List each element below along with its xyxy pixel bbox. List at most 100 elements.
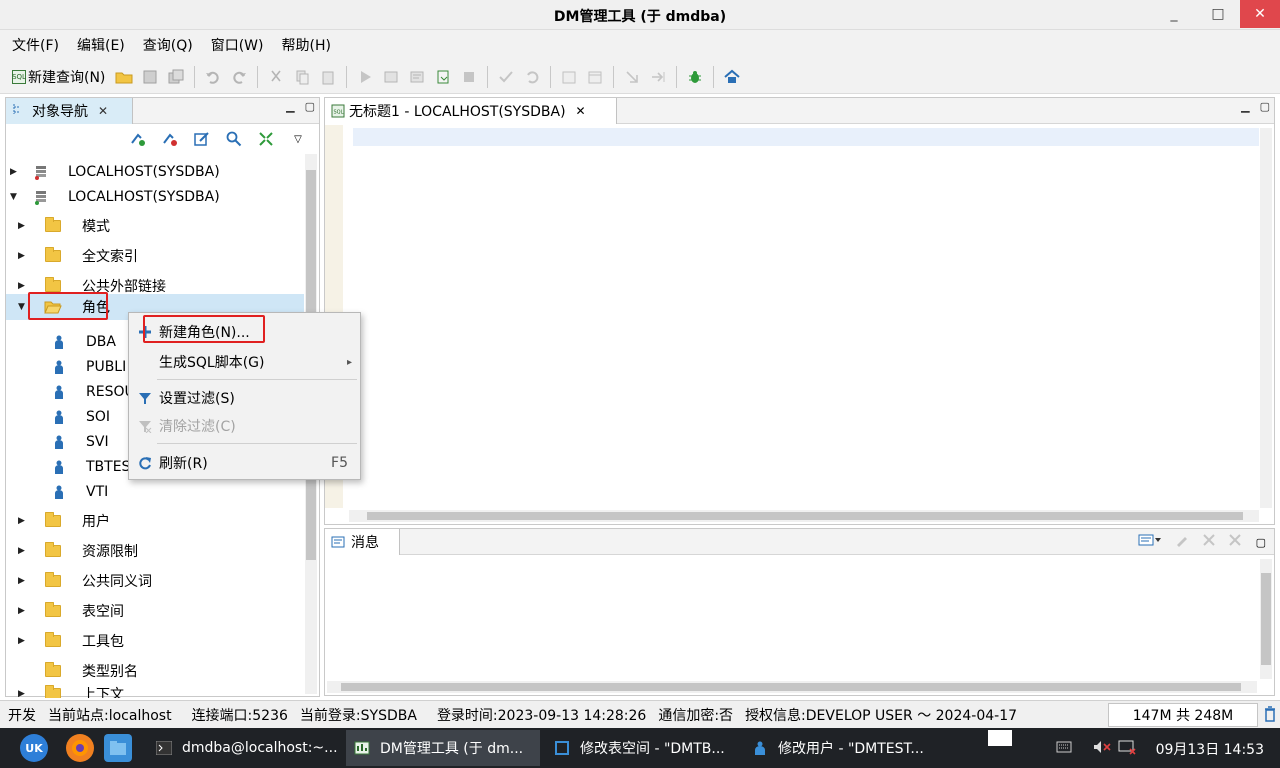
expand-arrow-icon[interactable]: ▶ (18, 689, 32, 698)
tree-item-role-resource[interactable]: RESOU (50, 380, 135, 404)
expand-arrow-icon[interactable]: ▶ (18, 251, 32, 261)
tab-close-icon[interactable]: ✕ (576, 104, 586, 118)
firefox-icon[interactable] (66, 734, 94, 762)
tree-item-role-svi[interactable]: SVI (50, 430, 109, 454)
panel-minimize-icon[interactable]: ▁ (1241, 100, 1249, 113)
tree-item-role-vti[interactable]: VTI (50, 480, 108, 504)
tree-item-server-1[interactable]: ▶ LOCALHOST(SYSDBA) (10, 160, 220, 184)
expand-arrow-icon[interactable]: ▶ (18, 221, 32, 231)
tree-item-role-dba[interactable]: DBA (50, 330, 116, 354)
tree-item-packages[interactable]: ▶ 工具包 (18, 629, 124, 653)
open-folder-icon[interactable] (114, 67, 134, 87)
scrollbar-thumb[interactable] (341, 683, 1241, 691)
menu-file[interactable]: 文件(F) (6, 35, 65, 55)
task-modify-tablespace[interactable]: 修改表空间 - "DMTB... (546, 730, 738, 766)
volume-muted-icon[interactable] (1092, 739, 1112, 759)
step-over-icon[interactable] (648, 67, 668, 87)
new-query-button[interactable]: SQL 新建查询(N) (12, 67, 105, 87)
expand-arrow-icon[interactable]: ▶ (18, 546, 32, 556)
scrollbar-thumb[interactable] (1261, 573, 1271, 665)
tree-item-server-2[interactable]: ▼ LOCALHOST(SYSDBA) (10, 185, 220, 209)
panel-minimize-icon[interactable]: ▁ (286, 100, 294, 113)
clear-messages-icon[interactable] (1174, 532, 1190, 552)
cut-icon[interactable] (266, 67, 286, 87)
keyboard-icon[interactable] (1056, 741, 1072, 757)
tree-item-fulltext-index[interactable]: ▶ 全文索引 (18, 244, 138, 268)
editor-current-line[interactable] (353, 128, 1259, 146)
task-dm-manager[interactable]: DM管理工具 (于 dm... (346, 730, 540, 766)
remove-icon[interactable] (1202, 533, 1216, 551)
stop-icon[interactable] (459, 67, 479, 87)
menu-item-generate-sql[interactable]: 生成SQL脚本(G) ▸ (129, 349, 360, 375)
execute-icon[interactable] (355, 67, 375, 87)
messages-vertical-scrollbar[interactable] (1260, 559, 1272, 679)
debug-bug-icon[interactable] (685, 67, 705, 87)
menu-item-set-filter[interactable]: 设置过滤(S) (129, 385, 360, 411)
save-icon[interactable] (140, 67, 160, 87)
menu-query[interactable]: 查询(Q) (137, 35, 199, 55)
task-terminal[interactable]: dmdba@localhost:~... (148, 730, 340, 766)
debug-step-icon[interactable] (622, 67, 642, 87)
editor-horizontal-scrollbar[interactable] (349, 510, 1259, 522)
expand-all-icon[interactable] (256, 129, 276, 149)
tab-object-navigator[interactable]: 对象导航 ✕ (6, 98, 134, 124)
tree-item-tablespaces[interactable]: ▶ 表空间 (18, 599, 124, 623)
copy-icon[interactable] (292, 67, 312, 87)
message-options-icon[interactable] (1138, 533, 1162, 551)
minimize-button[interactable]: _ (1156, 0, 1192, 28)
query-plan-icon[interactable] (559, 67, 579, 87)
scrollbar-thumb[interactable] (367, 512, 1243, 520)
menu-help[interactable]: 帮助(H) (276, 35, 337, 55)
panel-maximize-icon[interactable]: ▢ (305, 100, 315, 113)
commit-icon[interactable] (496, 67, 516, 87)
panel-maximize-icon[interactable]: ▢ (1256, 536, 1266, 549)
explain-icon[interactable] (407, 67, 427, 87)
tab-messages[interactable]: 消息 (325, 529, 400, 555)
tree-item-context[interactable]: ▶ 上下文 (18, 682, 124, 698)
remove-all-icon[interactable] (1228, 533, 1244, 551)
undo-icon[interactable] (203, 67, 223, 87)
maximize-button[interactable]: □ (1200, 0, 1236, 28)
tree-item-users[interactable]: ▶ 用户 (18, 509, 110, 533)
tree-item-role-public[interactable]: PUBLI (50, 355, 126, 379)
collapse-arrow-icon[interactable]: ▼ (10, 192, 24, 202)
menu-edit[interactable]: 编辑(E) (71, 35, 131, 55)
messages-horizontal-scrollbar[interactable] (327, 681, 1257, 693)
tree-item-resource-limits[interactable]: ▶ 资源限制 (18, 539, 138, 563)
file-manager-icon[interactable] (104, 734, 132, 762)
view-menu-icon[interactable]: ▽ (288, 129, 308, 149)
trash-icon[interactable] (1264, 706, 1276, 726)
save-all-icon[interactable] (166, 67, 186, 87)
editor-vertical-scrollbar[interactable] (1260, 128, 1272, 508)
menu-window[interactable]: 窗口(W) (205, 35, 270, 55)
network-icon[interactable] (1118, 739, 1136, 759)
export-icon[interactable] (433, 67, 453, 87)
edit-icon[interactable] (192, 129, 212, 149)
expand-arrow-icon[interactable]: ▶ (10, 167, 24, 177)
tree-item-type-aliases[interactable]: 类型别名 (18, 659, 138, 683)
execute-script-icon[interactable] (381, 67, 401, 87)
expand-arrow-icon[interactable]: ▶ (18, 636, 32, 646)
tree-item-public-synonyms[interactable]: ▶ 公共同义词 (18, 569, 152, 593)
tab-close-icon[interactable]: ✕ (98, 104, 108, 118)
task-modify-user[interactable]: 修改用户 - "DMTEST... (744, 730, 936, 766)
tray-window-preview[interactable] (988, 730, 1012, 746)
close-button[interactable]: ✕ (1240, 0, 1280, 28)
tree-item-schema[interactable]: ▶ 模式 (18, 214, 110, 238)
search-icon[interactable] (224, 129, 244, 149)
start-menu-button[interactable]: UK (20, 734, 48, 762)
tab-untitled-query[interactable]: SQL 无标题1 - LOCALHOST(SYSDBA) ✕ (325, 98, 617, 124)
paste-icon[interactable] (318, 67, 338, 87)
calendar-icon[interactable] (585, 67, 605, 87)
expand-arrow-icon[interactable]: ▶ (18, 516, 32, 526)
connect-icon[interactable] (128, 129, 148, 149)
expand-arrow-icon[interactable]: ▶ (18, 606, 32, 616)
disconnect-icon[interactable] (160, 129, 180, 149)
tree-item-role-tbtest[interactable]: TBTES (50, 455, 130, 479)
expand-arrow-icon[interactable]: ▶ (18, 281, 32, 291)
panel-maximize-icon[interactable]: ▢ (1260, 100, 1270, 113)
menu-item-refresh[interactable]: 刷新(R) F5 (129, 450, 360, 476)
expand-arrow-icon[interactable]: ▶ (18, 576, 32, 586)
redo-icon[interactable] (229, 67, 249, 87)
tree-item-role-soi[interactable]: SOI (50, 405, 110, 429)
